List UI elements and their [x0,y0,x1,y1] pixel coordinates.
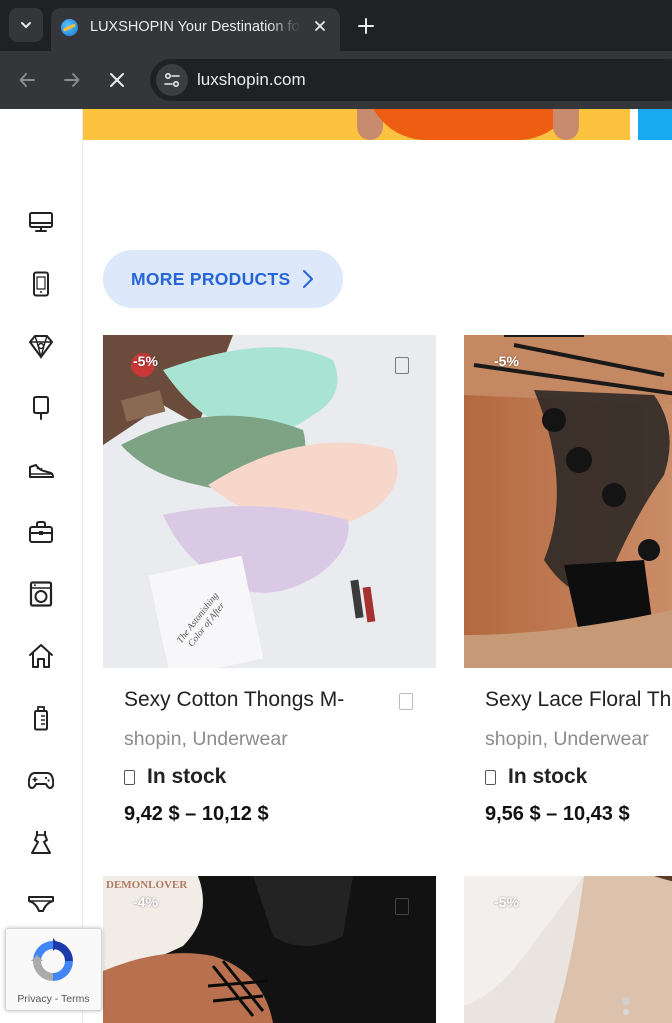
promo-banner-secondary[interactable] [638,109,672,140]
site-info-button[interactable] [156,64,188,96]
gamepad-icon[interactable] [28,767,54,793]
vendor-link[interactable]: shopin [485,728,542,750]
discount-badge: -5% [494,894,519,910]
tablet-icon[interactable] [28,271,54,297]
terms-link[interactable]: Terms [61,993,90,1005]
product-title[interactable]: Sexy Lace Floral Th [485,688,672,712]
address-bar[interactable]: luxshopin.com [150,59,672,101]
stop-loading-button[interactable] [103,66,131,94]
browser-tab-active[interactable]: LUXSHOPIN Your Destination for [51,8,340,51]
product-image[interactable]: -5% [464,876,672,1023]
browser-toolbar: luxshopin.com [0,51,672,109]
product-image[interactable]: DEMONLOVER -4% [103,876,436,1023]
privacy-link[interactable]: Privacy [17,993,51,1005]
forward-button[interactable] [58,66,86,94]
wishlist-icon[interactable] [395,357,409,374]
tab-close-button[interactable] [309,15,331,37]
promo-banner[interactable] [83,109,630,140]
category-link[interactable]: Underwear [553,728,648,750]
site-favicon-icon [61,19,78,36]
product-price: 9,42 $ – 10,12 $ [124,803,269,825]
dress-icon[interactable] [28,829,54,855]
new-tab-button[interactable] [352,12,380,40]
arrow-left-icon [19,73,35,87]
product-title[interactable]: Sexy Cotton Thongs M- [124,688,434,712]
vendor-link[interactable]: shopin [124,728,181,750]
tune-icon [164,72,180,88]
wishlist-icon[interactable] [395,898,409,915]
more-products-button[interactable]: MORE PRODUCTS [103,250,343,308]
image-brand-text: DEMONLOVER [106,879,188,891]
product-price: 9,56 $ – 10,43 $ [485,803,630,825]
product-image[interactable]: -5% The Astonishing Color of After [103,335,436,668]
product-image[interactable]: -5% [464,335,672,668]
recaptcha-icon [31,938,73,981]
baby-bottle-icon[interactable] [28,705,54,731]
product-card[interactable]: -5% [464,876,672,1023]
jewelry-icon[interactable] [28,333,54,359]
stock-label: In stock [508,765,588,788]
product-card[interactable]: DEMONLOVER -4% [103,876,436,1023]
tab-search-button[interactable] [9,8,43,42]
stock-icon [485,769,496,785]
arrow-right-icon [64,73,80,87]
close-icon [315,21,325,31]
tab-title: LUXSHOPIN Your Destination for [90,19,300,35]
more-products-label: MORE PRODUCTS [131,268,291,289]
close-icon [110,73,124,87]
stock-icon [124,769,135,785]
compare-icon[interactable] [399,693,413,710]
banner-image-part [553,109,579,140]
category-separator: , [181,728,193,750]
chevron-right-icon [302,269,314,289]
stock-status: In stock [124,765,226,789]
popsicle-icon[interactable] [28,395,54,421]
sneaker-icon[interactable] [28,457,54,483]
discount-badge: -4% [133,894,158,910]
washing-machine-icon[interactable] [28,581,54,607]
category-separator: , [542,728,554,750]
underwear-icon[interactable] [28,891,54,917]
web-page: MORE PRODUCTS -5% The Astonishing Color … [0,109,672,1023]
recaptcha-badge[interactable]: Privacy - Terms [5,928,102,1011]
monitor-icon[interactable] [28,209,54,235]
chevron-down-icon [21,22,31,29]
stock-label: In stock [147,765,227,788]
category-sidebar [0,109,83,1023]
product-categories: shopin, Underwear [124,728,288,751]
home-icon[interactable] [28,643,54,669]
recaptcha-links: Privacy - Terms [6,993,101,1005]
discount-badge: -5% [494,353,519,369]
url-text: luxshopin.com [197,70,306,89]
product-card[interactable]: -5% The Astonishing Color of After Sexy … [103,335,436,835]
link-separator: - [51,993,61,1005]
product-card[interactable]: -5% Sexy Lace Floral Th shopin, Underwea… [464,335,672,835]
banner-image-part [366,109,578,140]
stock-status: In stock [485,765,587,789]
product-categories: shopin, Underwear [485,728,649,751]
bag-icon[interactable] [28,519,54,545]
discount-badge: -5% [133,353,158,369]
browser-tab-strip: LUXSHOPIN Your Destination for [0,0,672,51]
back-button[interactable] [13,66,41,94]
category-link[interactable]: Underwear [192,728,287,750]
plus-icon [358,18,374,34]
